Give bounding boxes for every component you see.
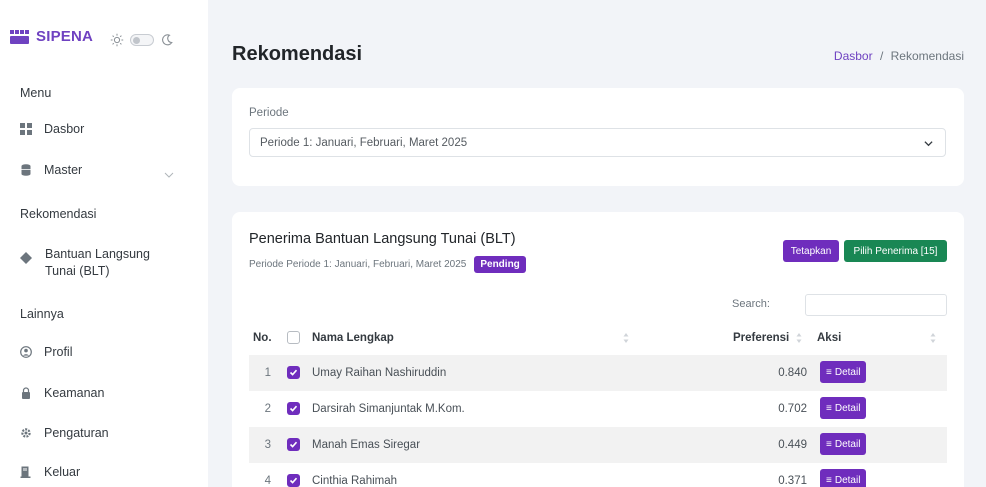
detail-button-label: Detail (834, 366, 861, 378)
sidebar-item-profil[interactable]: Profil (20, 345, 72, 359)
column-header-no[interactable]: No. (253, 332, 272, 344)
sort-icon[interactable] (623, 332, 629, 344)
sidebar-item-dasbor[interactable]: Dasbor (20, 122, 84, 136)
search-label: Search: (732, 298, 770, 310)
sidebar-item-pengaturan[interactable]: Pengaturan (20, 426, 109, 440)
sidebar-item-label: Keamanan (44, 386, 105, 400)
brand-name: SIPENA (36, 28, 94, 45)
dark-mode-switch[interactable] (130, 34, 154, 46)
brand-logo-icon (10, 29, 30, 44)
sidebar-item-label: Profil (44, 345, 73, 359)
lock-icon (20, 387, 32, 399)
breadcrumb-separator: / (879, 49, 884, 63)
menu-section-label: Rekomendasi (20, 207, 97, 221)
card-subtitle: Periode Periode 1: Januari, Februari, Ma… (249, 259, 467, 270)
column-header-name[interactable]: Nama Lengkap (312, 332, 394, 344)
periode-label: Periode (249, 107, 289, 119)
breadcrumb-home-link[interactable]: Dasbor (834, 49, 873, 63)
column-header-preferensi[interactable]: Preferensi (733, 332, 789, 344)
row-name: Umay Raihan Nashiruddin (312, 367, 447, 379)
brand[interactable]: SIPENA (10, 28, 93, 45)
sun-icon (110, 33, 124, 47)
row-number: 3 (264, 439, 271, 451)
tetapkan-button[interactable]: Tetapkan (783, 240, 839, 262)
row-checkbox[interactable] (287, 438, 300, 451)
table-row: 2 Darsirah Simanjuntak M.Kom. 0.702 ≡ Det… (249, 391, 947, 427)
logout-icon (20, 466, 32, 478)
chevron-down-icon (924, 141, 933, 147)
list-icon: ≡ (826, 402, 832, 414)
row-preferensi: 0.840 (778, 367, 807, 379)
card-title: Penerima Bantuan Langsung Tunai (BLT) (249, 231, 516, 247)
detail-button-label: Detail (834, 474, 861, 486)
moon-icon (162, 34, 173, 46)
menu-section-label: Menu (20, 86, 52, 100)
chevron-down-icon[interactable] (164, 170, 174, 180)
sort-icon[interactable] (930, 332, 936, 344)
pilih-penerima-button[interactable]: Pilih Penerima [15] (844, 240, 947, 262)
row-preferensi: 0.702 (778, 403, 807, 415)
row-number: 4 (264, 475, 271, 487)
page-title: Rekomendasi (232, 43, 363, 65)
row-preferensi: 0.371 (778, 475, 807, 487)
row-number: 1 (264, 367, 271, 379)
sidebar-item-label: Keluar (44, 465, 81, 479)
row-checkbox[interactable] (287, 474, 300, 487)
row-checkbox[interactable] (287, 402, 300, 415)
sidebar-item-label-line2: Tunai (BLT) (45, 264, 110, 278)
detail-button[interactable]: ≡ Detail (820, 433, 867, 455)
user-circle-icon (20, 346, 32, 358)
sidebar-item-label: Master (44, 163, 83, 177)
card-subtitle-row: Periode Periode 1: Januari, Februari, Ma… (249, 256, 526, 273)
list-icon: ≡ (826, 438, 832, 450)
sidebar-item-label: Pengaturan (44, 426, 109, 440)
sidebar-item-master[interactable]: Master (20, 163, 82, 177)
sidebar-item-keamanan[interactable]: Keamanan (20, 386, 104, 400)
gear-icon (20, 427, 32, 439)
row-name: Darsirah Simanjuntak M.Kom. (312, 403, 465, 415)
sidebar-item-keluar[interactable]: Keluar (20, 465, 80, 479)
list-icon: ≡ (826, 366, 832, 378)
status-badge: Pending (474, 256, 526, 273)
theme-toggle[interactable] (110, 33, 174, 47)
row-name: Cinthia Rahimah (312, 475, 398, 487)
sort-icon[interactable] (796, 332, 802, 344)
database-icon (20, 164, 32, 176)
diamond-icon (20, 252, 32, 264)
table-row: 3 Manah Emas Siregar 0.449 ≡ Detail (249, 427, 947, 463)
blt-table-card: Penerima Bantuan Langsung Tunai (BLT) Pe… (232, 212, 964, 487)
select-all-checkbox[interactable] (287, 331, 300, 344)
search-input[interactable] (805, 294, 947, 316)
periode-select-value: Periode 1: Januari, Februari, Maret 2025 (260, 136, 468, 149)
detail-button[interactable]: ≡ Detail (820, 397, 867, 419)
sidebar-item-blt[interactable]: Bantuan Langsung Tunai (BLT) (20, 246, 150, 280)
detail-button[interactable]: ≡ Detail (820, 469, 867, 487)
grid-icon (20, 123, 32, 135)
row-name: Manah Emas Siregar (312, 439, 421, 451)
table-row: 1 Umay Raihan Nashiruddin 0.840 ≡ Detail (249, 355, 947, 391)
periode-select[interactable]: Periode 1: Januari, Februari, Maret 2025 (249, 128, 946, 157)
sidebar-item-label: Bantuan Langsung (45, 247, 150, 261)
menu-section-label: Lainnya (20, 307, 64, 321)
sidebar-item-label: Dasbor (44, 122, 85, 136)
detail-button-label: Detail (834, 438, 861, 450)
sidebar: SIPENA Menu Dasbor Master Rekomendasi Ba… (0, 0, 208, 487)
detail-button[interactable]: ≡ Detail (820, 361, 867, 383)
periode-card: Periode Periode 1: Januari, Februari, Ma… (232, 88, 964, 186)
list-icon: ≡ (826, 474, 832, 486)
row-preferensi: 0.449 (778, 439, 807, 451)
row-checkbox[interactable] (287, 366, 300, 379)
column-header-aksi[interactable]: Aksi (817, 332, 841, 344)
breadcrumb-current: Rekomendasi (890, 49, 964, 63)
row-number: 2 (264, 403, 271, 415)
breadcrumb: Dasbor / Rekomendasi (834, 49, 964, 63)
table-row: 4 Cinthia Rahimah 0.371 ≡ Detail (249, 463, 947, 487)
detail-button-label: Detail (834, 402, 861, 414)
